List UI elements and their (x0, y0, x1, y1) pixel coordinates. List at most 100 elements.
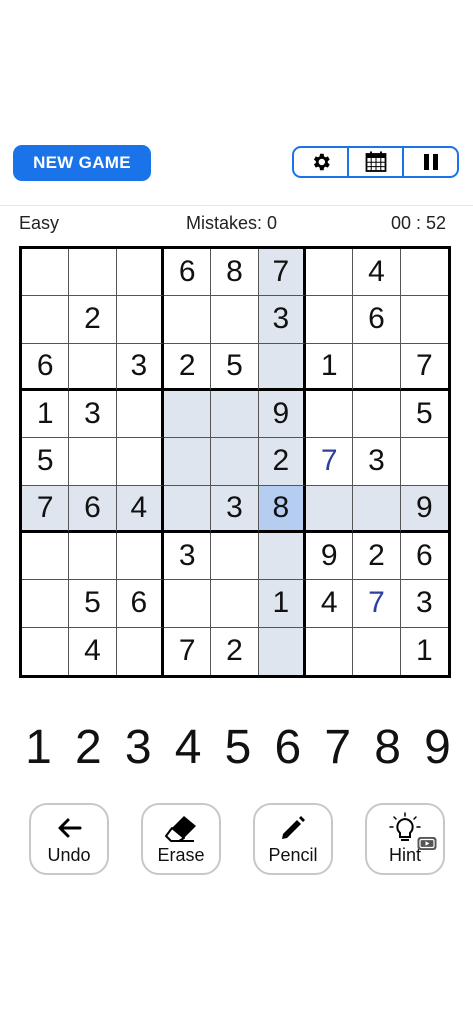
numpad-4[interactable]: 4 (164, 718, 213, 778)
board-cell-r1-c7[interactable] (305, 249, 354, 297)
board-cell-r9-c5[interactable]: 2 (211, 627, 259, 675)
board-cell-r7-c5[interactable] (211, 532, 259, 581)
board-cell-r5-c2[interactable] (69, 438, 117, 486)
board-cell-r6-c4[interactable] (163, 485, 212, 533)
board-cell-r7-c6[interactable] (258, 532, 306, 581)
board-cell-r8-c5[interactable] (211, 580, 259, 628)
board-cell-r5-c7[interactable]: 7 (305, 438, 354, 486)
board-cell-r1-c6[interactable]: 7 (258, 249, 306, 297)
pencil-button[interactable]: Pencil (253, 803, 333, 875)
erase-button[interactable]: Erase (141, 803, 221, 875)
board-cell-r1-c9[interactable] (400, 249, 448, 297)
board-cell-r2-c2[interactable]: 2 (69, 296, 117, 344)
board-cell-r3-c7[interactable]: 1 (305, 343, 354, 391)
numpad-7[interactable]: 7 (313, 718, 362, 778)
numpad-8[interactable]: 8 (363, 718, 412, 778)
undo-button[interactable]: Undo (29, 803, 109, 875)
board-cell-r6-c2[interactable]: 6 (69, 485, 117, 533)
board-cell-r8-c9[interactable]: 3 (400, 580, 448, 628)
board-cell-r2-c1[interactable] (22, 296, 70, 344)
board-cell-r5-c6[interactable]: 2 (258, 438, 306, 486)
board-cell-r7-c8[interactable]: 2 (353, 532, 401, 581)
board-cell-r4-c3[interactable] (116, 390, 164, 439)
board-cell-r1-c1[interactable] (22, 249, 70, 297)
board-cell-r1-c4[interactable]: 6 (163, 249, 212, 297)
board-cell-r4-c2[interactable]: 3 (69, 390, 117, 439)
settings-button[interactable] (294, 148, 349, 176)
board-cell-r3-c4[interactable]: 2 (163, 343, 212, 391)
board-cell-r3-c2[interactable] (69, 343, 117, 391)
board-cell-r8-c4[interactable] (163, 580, 212, 628)
board-cell-r6-c6[interactable]: 8 (258, 485, 306, 533)
board-cell-r6-c5[interactable]: 3 (211, 485, 259, 533)
numpad-9[interactable]: 9 (413, 718, 462, 778)
board-cell-r4-c8[interactable] (353, 390, 401, 439)
board-cell-r5-c1[interactable]: 5 (22, 438, 70, 486)
board-cell-r4-c4[interactable] (163, 390, 212, 439)
board-cell-r8-c3[interactable]: 6 (116, 580, 164, 628)
calendar-icon (365, 151, 386, 172)
board-cell-r6-c8[interactable] (353, 485, 401, 533)
board-cell-r9-c9[interactable]: 1 (400, 627, 448, 675)
board-cell-r6-c7[interactable] (305, 485, 354, 533)
board-cell-r3-c3[interactable]: 3 (116, 343, 164, 391)
board-cell-r9-c6[interactable] (258, 627, 306, 675)
board-cell-r3-c9[interactable]: 7 (400, 343, 448, 391)
numpad-1[interactable]: 1 (14, 718, 63, 778)
board-cell-r1-c8[interactable]: 4 (353, 249, 401, 297)
board-cell-r3-c5[interactable]: 5 (211, 343, 259, 391)
board-cell-r4-c7[interactable] (305, 390, 354, 439)
board-cell-r4-c6[interactable]: 9 (258, 390, 306, 439)
calendar-button[interactable] (349, 148, 404, 176)
board-cell-r2-c4[interactable] (163, 296, 212, 344)
numpad-3[interactable]: 3 (114, 718, 163, 778)
header-divider (0, 205, 473, 206)
board-cell-r9-c8[interactable] (353, 627, 401, 675)
board-cell-r6-c3[interactable]: 4 (116, 485, 164, 533)
board-cell-r2-c5[interactable] (211, 296, 259, 344)
board-cell-r1-c5[interactable]: 8 (211, 249, 259, 297)
board-cell-r7-c3[interactable] (116, 532, 164, 581)
board-cell-r2-c9[interactable] (400, 296, 448, 344)
board-cell-r3-c1[interactable]: 6 (22, 343, 70, 391)
board-cell-r8-c7[interactable]: 4 (305, 580, 354, 628)
board-cell-r8-c8[interactable]: 7 (353, 580, 401, 628)
numpad-2[interactable]: 2 (64, 718, 113, 778)
board-cell-r1-c2[interactable] (69, 249, 117, 297)
board-cell-r1-c3[interactable] (116, 249, 164, 297)
board-cell-r3-c6[interactable] (258, 343, 306, 391)
board-cell-r8-c6[interactable]: 1 (258, 580, 306, 628)
board-cell-r2-c6[interactable]: 3 (258, 296, 306, 344)
numpad-6[interactable]: 6 (263, 718, 312, 778)
board-cell-r4-c5[interactable] (211, 390, 259, 439)
board-cell-r3-c8[interactable] (353, 343, 401, 391)
board-cell-r4-c9[interactable]: 5 (400, 390, 448, 439)
board-cell-r7-c2[interactable] (69, 532, 117, 581)
board-cell-r2-c7[interactable] (305, 296, 354, 344)
board-cell-r5-c9[interactable] (400, 438, 448, 486)
board-cell-r7-c9[interactable]: 6 (400, 532, 448, 581)
board-cell-r9-c3[interactable] (116, 627, 164, 675)
board-cell-r8-c1[interactable] (22, 580, 70, 628)
board-cell-r6-c1[interactable]: 7 (22, 485, 70, 533)
numpad-5[interactable]: 5 (214, 718, 263, 778)
board-cell-r9-c1[interactable] (22, 627, 70, 675)
board-cell-r2-c8[interactable]: 6 (353, 296, 401, 344)
new-game-button[interactable]: NEW GAME (13, 145, 151, 181)
board-cell-r8-c2[interactable]: 5 (69, 580, 117, 628)
board-cell-r6-c9[interactable]: 9 (400, 485, 448, 533)
board-cell-r5-c8[interactable]: 3 (353, 438, 401, 486)
board-cell-r9-c7[interactable] (305, 627, 354, 675)
board-cell-r9-c4[interactable]: 7 (163, 627, 212, 675)
board-cell-r5-c4[interactable] (163, 438, 212, 486)
board-cell-r4-c1[interactable]: 1 (22, 390, 70, 439)
board-cell-r2-c3[interactable] (116, 296, 164, 344)
board-cell-r7-c1[interactable] (22, 532, 70, 581)
board-cell-r7-c7[interactable]: 9 (305, 532, 354, 581)
board-cell-r5-c5[interactable] (211, 438, 259, 486)
hint-button[interactable]: Hint (365, 803, 445, 875)
board-cell-r7-c4[interactable]: 3 (163, 532, 212, 581)
board-cell-r5-c3[interactable] (116, 438, 164, 486)
pause-button[interactable] (404, 148, 457, 176)
board-cell-r9-c2[interactable]: 4 (69, 627, 117, 675)
